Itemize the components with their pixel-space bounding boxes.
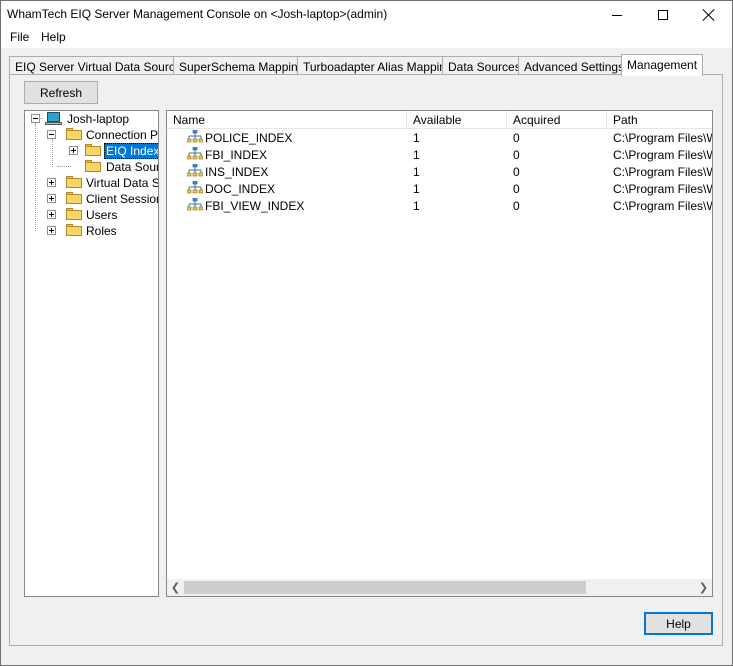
tab-eiq-server-virtual-data-sources[interactable]: EIQ Server Virtual Data Sources (9, 56, 194, 76)
index-icon (186, 180, 204, 196)
tree-label-data-sources: Data Soun (106, 160, 159, 174)
column-header-acquired[interactable]: Acquired (507, 111, 607, 129)
index-icon (186, 129, 204, 145)
expand-icon[interactable] (47, 194, 56, 203)
folder-icon (85, 144, 101, 156)
folder-icon (66, 192, 82, 204)
tree-node-data-sources[interactable]: Data Soun (25, 159, 158, 175)
tree-label-roles: Roles (86, 224, 117, 238)
cell-available: 1 (413, 199, 420, 213)
tab-management[interactable]: Management (621, 54, 704, 76)
cell-available: 1 (413, 148, 420, 162)
folder-icon (66, 208, 82, 220)
tree-label-client-sessions: Client Sessions (86, 192, 158, 206)
column-header-available[interactable]: Available (407, 111, 507, 129)
table-row[interactable]: POLICE_INDEX 1 0 C:\Program Files\Wh (167, 129, 712, 147)
cell-name: FBI_INDEX (205, 148, 268, 162)
management-panel: Refresh Josh-laptop Connection Po EIQ In… (9, 74, 723, 646)
expand-icon[interactable] (47, 178, 56, 187)
scroll-right-icon[interactable]: ❯ (695, 579, 712, 596)
folder-icon (66, 128, 82, 140)
expand-icon[interactable] (47, 226, 56, 235)
index-icon (186, 163, 204, 179)
cell-name: DOC_INDEX (205, 182, 276, 196)
pane-splitter[interactable] (161, 110, 165, 597)
scrollbar-thumb[interactable] (184, 581, 586, 594)
main-window: WhamTech EIQ Server Management Console o… (0, 0, 733, 666)
tree-node-eiq-indexes[interactable]: EIQ Indexe (25, 143, 158, 159)
tree-node-users[interactable]: Users (25, 207, 158, 223)
list-header: Name Available Acquired Path (167, 111, 712, 129)
tab-turboadapter-alias-mapping[interactable]: Turboadapter Alias Mapping (297, 56, 459, 76)
cell-path: C:\Program Files\Wh (613, 165, 712, 179)
tab-advanced-settings[interactable]: Advanced Settings (518, 56, 631, 76)
folder-icon (85, 160, 101, 172)
expand-icon[interactable] (69, 146, 78, 155)
tab-superschema-mapping[interactable]: SuperSchema Mapping (173, 56, 311, 76)
tab-data-sources[interactable]: Data Sources (442, 56, 527, 76)
table-row[interactable]: DOC_INDEX 1 0 C:\Program Files\Wh (167, 180, 712, 198)
column-header-path[interactable]: Path (607, 111, 712, 129)
cell-path: C:\Program Files\Wh (613, 199, 712, 213)
tree-node-connection-pools[interactable]: Connection Po (25, 127, 158, 143)
cell-name: INS_INDEX (205, 165, 269, 179)
cell-name: POLICE_INDEX (205, 131, 293, 145)
collapse-icon[interactable] (31, 114, 40, 123)
cell-path: C:\Program Files\Wh (613, 131, 712, 145)
tree-label-eiq-indexes: EIQ Indexe (104, 143, 158, 159)
tree-node-roles[interactable]: Roles (25, 223, 158, 239)
table-row[interactable]: FBI_INDEX 1 0 C:\Program Files\Wh (167, 146, 712, 164)
cell-available: 1 (413, 131, 420, 145)
refresh-button[interactable]: Refresh (24, 81, 98, 104)
tree-node-client-sessions[interactable]: Client Sessions (25, 191, 158, 207)
computer-icon (45, 112, 63, 126)
cell-path: C:\Program Files\Wh (613, 182, 712, 196)
cell-acquired: 0 (513, 182, 520, 196)
cell-name: FBI_VIEW_INDEX (205, 199, 305, 213)
cell-acquired: 0 (513, 165, 520, 179)
folder-icon (66, 224, 82, 236)
cell-path: C:\Program Files\Wh (613, 148, 712, 162)
close-button[interactable] (686, 1, 732, 29)
maximize-icon (658, 10, 668, 20)
horizontal-scrollbar[interactable]: ❮ ❯ (167, 579, 712, 596)
cell-available: 1 (413, 165, 420, 179)
menu-file[interactable]: File (8, 30, 31, 44)
help-button[interactable]: Help (644, 612, 713, 635)
close-icon (703, 9, 715, 21)
cell-acquired: 0 (513, 131, 520, 145)
window-title: WhamTech EIQ Server Management Console o… (7, 7, 388, 21)
minimize-button[interactable] (594, 1, 640, 29)
tree-label-virtual-data-sources: Virtual Data So (86, 176, 159, 190)
maximize-button[interactable] (640, 1, 686, 29)
cell-acquired: 0 (513, 199, 520, 213)
table-row[interactable]: FBI_VIEW_INDEX 1 0 C:\Program Files\Wh (167, 197, 712, 215)
tree-label-users: Users (86, 208, 118, 222)
index-list[interactable]: Name Available Acquired Path POLICE_INDE… (166, 110, 713, 597)
title-bar[interactable]: WhamTech EIQ Server Management Console o… (1, 1, 732, 29)
column-header-name[interactable]: Name (167, 111, 407, 129)
minimize-icon (612, 14, 622, 16)
expand-icon[interactable] (47, 210, 56, 219)
tree-label-connection-pools: Connection Po (86, 128, 159, 142)
menu-help[interactable]: Help (39, 30, 68, 44)
tree-node-virtual-data-sources[interactable]: Virtual Data So (25, 175, 158, 191)
folder-icon (66, 176, 82, 188)
scroll-left-icon[interactable]: ❮ (167, 579, 184, 596)
index-icon (186, 197, 204, 213)
server-tree[interactable]: Josh-laptop Connection Po EIQ Indexe Dat… (24, 110, 159, 597)
cell-available: 1 (413, 182, 420, 196)
menu-bar: File Help (1, 29, 732, 48)
collapse-icon[interactable] (47, 130, 56, 139)
tree-node-root[interactable]: Josh-laptop (25, 111, 158, 127)
cell-acquired: 0 (513, 148, 520, 162)
index-icon (186, 146, 204, 162)
table-row[interactable]: INS_INDEX 1 0 C:\Program Files\Wh (167, 163, 712, 181)
tree-label-root: Josh-laptop (67, 112, 130, 126)
